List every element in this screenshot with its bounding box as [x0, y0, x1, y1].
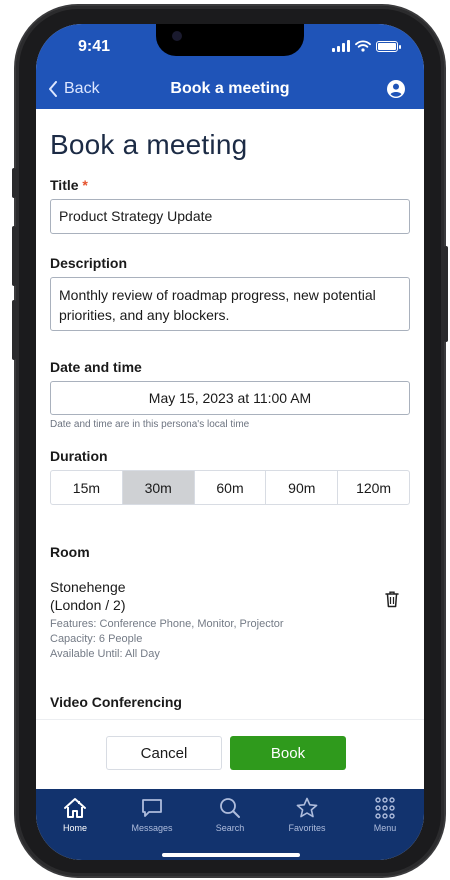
page-title: Book a meeting — [50, 129, 248, 160]
room-availability: Available Until: All Day — [50, 648, 160, 660]
home-indicator — [162, 853, 300, 857]
duration-option-15m[interactable]: 15m — [51, 471, 123, 504]
datetime-picker[interactable]: May 15, 2023 at 11:00 AM — [50, 381, 410, 415]
home-icon — [64, 798, 86, 818]
wifi-icon — [355, 40, 371, 52]
duration-label: Duration — [50, 448, 108, 464]
room-location: (London / 2) — [50, 597, 126, 613]
title-input[interactable]: Product Strategy Update — [50, 199, 410, 234]
title-label: Title * — [50, 177, 410, 193]
duration-option-90m[interactable]: 90m — [266, 471, 339, 504]
tab-bar: Home Messages Search Favorites Menu — [36, 789, 424, 860]
tab-messages-label: Messages — [131, 823, 173, 833]
room-name: Stonehenge — [50, 579, 126, 595]
action-bar: Cancel Book — [36, 719, 424, 789]
mute-switch — [12, 168, 16, 198]
messages-icon — [142, 799, 162, 817]
search-icon — [220, 798, 240, 818]
app-header: 9:41 Back Book a meeting — [36, 24, 424, 109]
datetime-hint: Date and time are in this persona's loca… — [50, 419, 250, 430]
star-icon — [296, 797, 318, 818]
camera-lens — [172, 31, 182, 41]
app-screen: 9:41 Back Book a meeting Book a meeting … — [36, 24, 424, 860]
tab-messages[interactable]: Messages — [117, 797, 187, 833]
battery-icon — [376, 41, 401, 52]
signal-icon — [332, 40, 350, 52]
description-field-group: Description Monthly review of roadmap pr… — [50, 255, 410, 331]
datetime-field-group: Date and time May 15, 2023 at 11:00 AM D… — [50, 359, 410, 430]
profile-icon[interactable] — [386, 79, 406, 99]
tab-menu-label: Menu — [373, 823, 397, 833]
book-button[interactable]: Book — [230, 736, 346, 770]
power-button — [444, 246, 448, 342]
room-capacity: Capacity: 6 People — [50, 633, 143, 645]
duration-option-30m[interactable]: 30m — [122, 471, 195, 504]
title-field-group: Title * Product Strategy Update — [50, 177, 410, 234]
description-label: Description — [50, 255, 128, 271]
duration-option-60m[interactable]: 60m — [195, 471, 267, 504]
duration-field-group: Duration 15m 30m 60m 90m 120m — [50, 448, 410, 505]
room-section: Room Stonehenge (London / 2) Features: C… — [50, 544, 410, 662]
title-label-text: Title — [50, 177, 79, 193]
duration-option-120m[interactable]: 120m — [338, 471, 409, 504]
video-section-label: Video Conferencing — [50, 694, 182, 710]
grid-menu-icon — [375, 797, 395, 819]
volume-up-button — [12, 226, 16, 286]
volume-down-button — [12, 300, 16, 360]
camera-notch — [156, 24, 304, 56]
datetime-label: Date and time — [50, 359, 142, 375]
required-marker: * — [82, 177, 88, 193]
nav-title: Book a meeting — [170, 80, 290, 97]
tab-menu[interactable]: Menu — [350, 797, 420, 833]
tab-home[interactable]: Home — [40, 797, 110, 833]
tab-home-label: Home — [62, 823, 87, 833]
tab-search[interactable]: Search — [195, 797, 265, 833]
booking-form: Book a meeting Title * Product Strategy … — [36, 109, 424, 719]
cancel-button[interactable]: Cancel — [106, 736, 222, 770]
tab-search-label: Search — [215, 823, 245, 833]
video-section: Video Conferencing — [50, 694, 410, 710]
trash-icon[interactable] — [384, 590, 400, 608]
tab-favorites[interactable]: Favorites — [272, 797, 342, 833]
tab-favorites-label: Favorites — [288, 823, 326, 833]
description-textarea[interactable]: Monthly review of roadmap progress, new … — [50, 277, 410, 331]
room-section-label: Room — [50, 544, 90, 560]
duration-segmented-control: 15m 30m 60m 90m 120m — [50, 470, 410, 505]
device-stage: 9:41 Back Book a meeting Book a meeting … — [0, 0, 450, 880]
room-features: Features: Conference Phone, Monitor, Pro… — [50, 618, 284, 630]
room-card: Stonehenge (London / 2) Features: Confer… — [50, 578, 410, 662]
status-time: 9:41 — [78, 38, 111, 55]
status-icons — [332, 40, 401, 52]
